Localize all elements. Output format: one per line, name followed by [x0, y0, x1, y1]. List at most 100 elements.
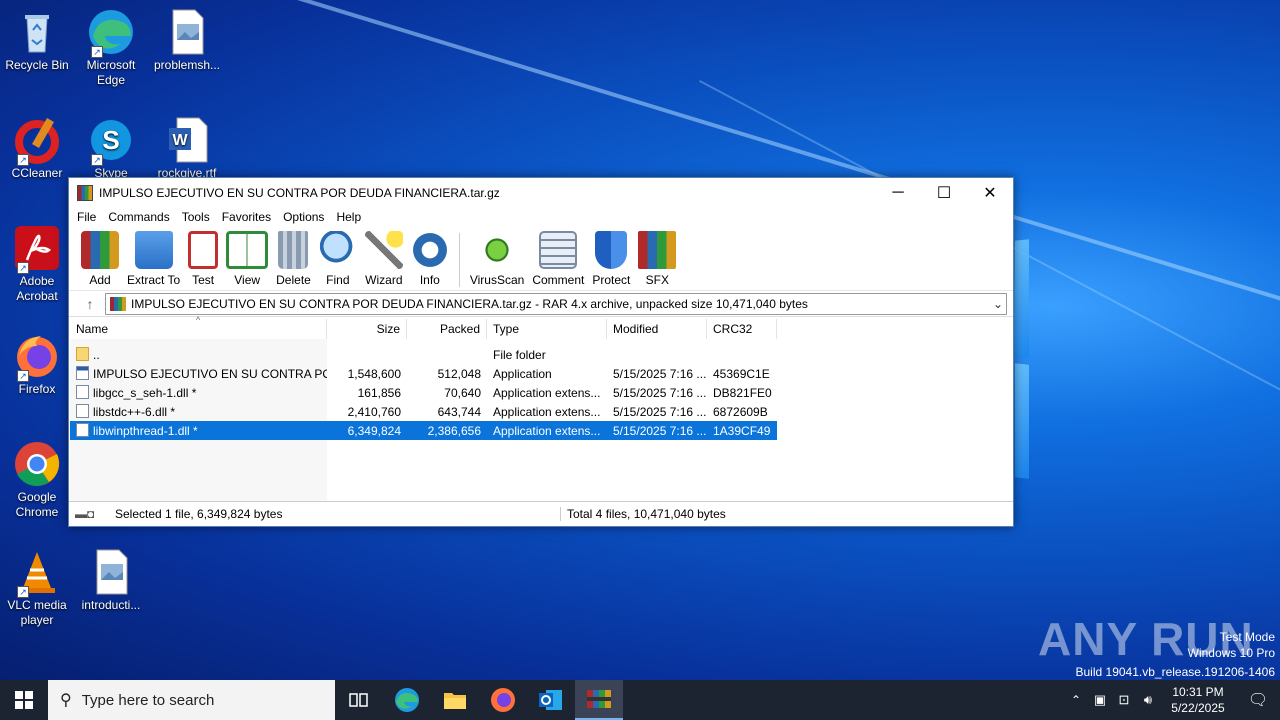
- chrome-icon: [13, 440, 61, 488]
- desktop-icon-label: VLC media player: [7, 598, 67, 627]
- desktop-icon-vlc[interactable]: ↗ VLC media player: [0, 548, 74, 628]
- column-packed[interactable]: Packed: [407, 319, 487, 339]
- chevron-up-icon[interactable]: ⌃: [1064, 693, 1088, 707]
- table-row[interactable]: libstdc++-6.dll * 2,410,760 643,744 Appl…: [70, 402, 777, 421]
- status-total: Total 4 files, 10,471,040 bytes: [560, 507, 726, 521]
- view-button[interactable]: View: [226, 231, 269, 287]
- magnifier-icon: [318, 231, 357, 269]
- comment-icon: [539, 231, 578, 269]
- menu-file[interactable]: File: [71, 210, 102, 224]
- table-row[interactable]: libgcc_s_seh-1.dll * 161,856 70,640 Appl…: [70, 383, 777, 402]
- desktop-icon-label: problemsh...: [153, 58, 221, 72]
- dll-file-icon: [76, 423, 89, 437]
- desktop-icon-recycle-bin[interactable]: Recycle Bin: [0, 8, 74, 73]
- desktop-icon-label: CCleaner: [11, 166, 63, 180]
- table-row[interactable]: .. File folder: [70, 345, 777, 364]
- desktop-icon-problemsh[interactable]: problemsh...: [150, 8, 224, 73]
- table-row[interactable]: IMPULSO EJECUTIVO EN SU CONTRA POR... 1,…: [70, 364, 777, 383]
- address-bar: ↑ IMPULSO EJECUTIVO EN SU CONTRA POR DEU…: [69, 291, 1013, 317]
- taskbar-search-box[interactable]: ⚲ Type here to search: [48, 680, 335, 720]
- svg-text:W: W: [172, 132, 188, 149]
- outlook-icon: [539, 690, 562, 710]
- menu-favorites[interactable]: Favorites: [216, 210, 277, 224]
- find-button[interactable]: Find: [318, 231, 357, 287]
- wand-icon: [364, 231, 403, 269]
- info-button[interactable]: Info: [410, 231, 449, 287]
- taskbar-firefox[interactable]: [479, 680, 527, 720]
- menu-bar: File Commands Tools Favorites Options He…: [69, 207, 1013, 227]
- dll-file-icon: [76, 385, 89, 399]
- clock-date: 5/22/2025: [1171, 701, 1225, 715]
- shield-icon: [595, 231, 628, 269]
- column-size[interactable]: Size: [327, 319, 407, 339]
- up-arrow-icon[interactable]: ↑: [75, 296, 105, 312]
- desktop-icon-rockgive[interactable]: W rockgive.rtf: [150, 116, 224, 181]
- vlc-icon: ↗: [13, 548, 61, 598]
- desktop-icon-acrobat[interactable]: ↗ Adobe Acrobat: [0, 224, 74, 304]
- view-book-icon: [226, 231, 269, 269]
- desktop-icon-label: introducti...: [81, 598, 141, 612]
- column-type[interactable]: Type: [487, 319, 607, 339]
- start-button[interactable]: [0, 680, 48, 720]
- application-icon: [76, 366, 89, 380]
- desktop-icon-firefox[interactable]: ↗ Firefox: [0, 332, 74, 397]
- dll-file-icon: [76, 404, 89, 418]
- maximize-button[interactable]: ☐: [921, 178, 967, 207]
- task-view-button[interactable]: [335, 680, 383, 720]
- desktop-icon-chrome[interactable]: Google Chrome: [0, 440, 74, 520]
- column-crc32[interactable]: CRC32: [707, 319, 777, 339]
- comment-button[interactable]: Comment: [532, 231, 584, 287]
- virusscan-button[interactable]: VirusScan: [470, 231, 524, 287]
- toolbar: Add Extract To Test View Delete Find Wiz…: [69, 227, 1013, 291]
- add-archive-icon: [81, 231, 119, 269]
- volume-icon[interactable]: 🔊︎: [1136, 692, 1160, 708]
- system-tray: ⌃ ▣ ⊡ 🔊︎ 10:31 PM 5/22/2025 🗨︎: [1064, 680, 1280, 720]
- sfx-icon: [638, 231, 677, 269]
- desktop-icon-skype[interactable]: S ↗ Skype: [74, 116, 148, 181]
- taskbar-outlook[interactable]: [527, 680, 575, 720]
- add-button[interactable]: Add: [81, 231, 119, 287]
- winrar-icon: [587, 690, 611, 708]
- menu-commands[interactable]: Commands: [102, 210, 175, 224]
- archive-path-dropdown[interactable]: IMPULSO EJECUTIVO EN SU CONTRA POR DEUDA…: [105, 292, 1007, 315]
- windows-start-icon: [15, 691, 33, 709]
- desktop-icon-ccleaner[interactable]: ↗ CCleaner: [0, 116, 74, 181]
- edge-icon: ↗: [87, 8, 135, 58]
- search-icon: ⚲: [60, 692, 72, 709]
- taskbar-file-explorer[interactable]: [431, 680, 479, 720]
- extract-folder-icon: [134, 231, 173, 269]
- column-headers: Name Size Packed Type Modified CRC32: [70, 319, 1012, 339]
- firefox-icon: ↗: [13, 332, 61, 382]
- windows-logo-wallpaper: [1015, 239, 1255, 480]
- desktop-icon-edge[interactable]: ↗ Microsoft Edge: [74, 8, 148, 88]
- table-row-selected[interactable]: libwinpthread-1.dll * 6,349,824 2,386,65…: [70, 421, 777, 440]
- image-file-icon: [163, 8, 211, 56]
- chevron-down-icon[interactable]: ⌄: [990, 297, 1006, 311]
- delete-button[interactable]: Delete: [276, 231, 311, 287]
- clock[interactable]: 10:31 PM 5/22/2025: [1160, 684, 1236, 716]
- menu-options[interactable]: Options: [277, 210, 330, 224]
- status-selected: Selected 1 file, 6,349,824 bytes: [115, 507, 283, 521]
- menu-tools[interactable]: Tools: [176, 210, 216, 224]
- edge-icon: [395, 688, 419, 712]
- title-bar[interactable]: IMPULSO EJECUTIVO EN SU CONTRA POR DEUDA…: [69, 178, 1013, 207]
- desktop-icon-introducti[interactable]: introducti...: [74, 548, 148, 613]
- notification-icon[interactable]: 🗨︎: [1236, 690, 1280, 710]
- drive-icon[interactable]: ▬◘: [69, 507, 109, 521]
- test-button[interactable]: Test: [188, 231, 219, 287]
- menu-help[interactable]: Help: [330, 210, 367, 224]
- device-icon[interactable]: ▣: [1088, 692, 1112, 708]
- network-icon[interactable]: ⊡: [1112, 692, 1136, 708]
- taskbar-winrar[interactable]: [575, 680, 623, 720]
- sfx-button[interactable]: SFX: [638, 231, 677, 287]
- minimize-button[interactable]: ─: [875, 178, 921, 207]
- taskbar-edge[interactable]: [383, 680, 431, 720]
- column-modified[interactable]: Modified: [607, 319, 707, 339]
- wizard-button[interactable]: Wizard: [364, 231, 403, 287]
- protect-button[interactable]: Protect: [592, 231, 630, 287]
- word-doc-icon: W: [163, 116, 211, 164]
- file-list: Name Size Packed Type Modified CRC32 ^ .…: [70, 315, 1012, 501]
- skype-icon: S ↗: [87, 116, 135, 166]
- close-button[interactable]: ✕: [967, 178, 1013, 207]
- extract-to-button[interactable]: Extract To: [127, 231, 180, 287]
